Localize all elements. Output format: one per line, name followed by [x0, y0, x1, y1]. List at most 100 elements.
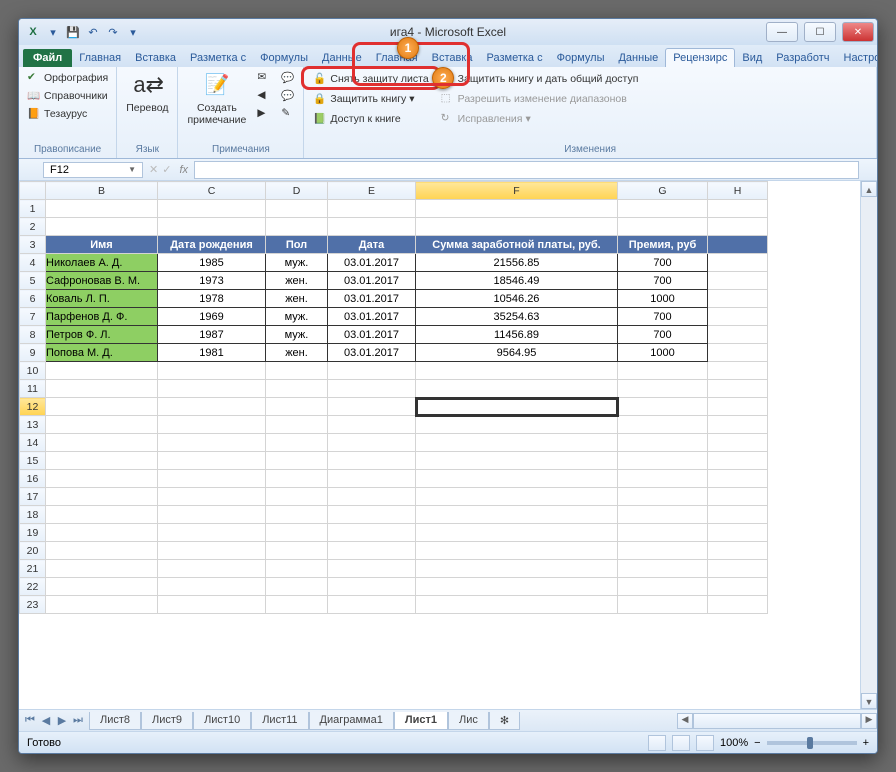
sheet-tab-Диаграмма1[interactable]: Диаграмма1 [309, 712, 394, 730]
spelling-button[interactable]: ✔Орфография [24, 70, 111, 86]
table-cell[interactable]: жен. [266, 272, 328, 290]
cell-C12[interactable] [158, 398, 266, 416]
cell-F15[interactable] [416, 452, 618, 470]
cell-E21[interactable] [328, 560, 416, 578]
col-header-F[interactable]: F [416, 182, 618, 200]
sheet-nav-last-icon[interactable]: ⏭ [71, 714, 85, 727]
show-ink-button[interactable]: ✎ [278, 106, 298, 122]
sheet-nav-first-icon[interactable]: ⏮ [23, 714, 37, 727]
row-header-5[interactable]: 5 [20, 272, 46, 290]
row-header-11[interactable]: 11 [20, 380, 46, 398]
table-header-cell[interactable]: Имя [46, 236, 158, 254]
protect-share-button[interactable]: 🔐Защитить книгу и дать общий доступ [437, 70, 643, 88]
table-header-cell[interactable]: Премия, руб [618, 236, 708, 254]
sheet-nav-prev-icon[interactable]: ◀ [39, 714, 53, 727]
cell-F17[interactable] [416, 488, 618, 506]
table-cell[interactable]: 11456.89 [416, 326, 618, 344]
cell-B14[interactable] [46, 434, 158, 452]
table-cell[interactable]: Петров Ф. Л. [46, 326, 158, 344]
select-all-corner[interactable] [20, 182, 46, 200]
cell-G11[interactable] [618, 380, 708, 398]
cell-B17[interactable] [46, 488, 158, 506]
cell-H10[interactable] [708, 362, 768, 380]
row-header-10[interactable]: 10 [20, 362, 46, 380]
table-cell[interactable]: 1969 [158, 308, 266, 326]
table-cell[interactable]: 700 [618, 308, 708, 326]
table-cell[interactable]: 18546.49 [416, 272, 618, 290]
cell-C1[interactable] [158, 200, 266, 218]
cell-G19[interactable] [618, 524, 708, 542]
table-cell[interactable]: 03.01.2017 [328, 254, 416, 272]
unprotect-sheet-button[interactable]: 🔓Снять защиту листа [309, 70, 432, 88]
row-header-22[interactable]: 22 [20, 578, 46, 596]
cell-F20[interactable] [416, 542, 618, 560]
col-header-B[interactable]: B [46, 182, 158, 200]
table-cell[interactable]: 1000 [618, 344, 708, 362]
table-cell[interactable]: 1978 [158, 290, 266, 308]
cell-F2[interactable] [416, 218, 618, 236]
show-all-comments-button[interactable]: 💬 [278, 88, 298, 104]
row-header-14[interactable]: 14 [20, 434, 46, 452]
cell-B23[interactable] [46, 596, 158, 614]
table-header-cell[interactable]: Дата [328, 236, 416, 254]
tab-Данные[interactable]: Данные [315, 49, 369, 67]
cell-B18[interactable] [46, 506, 158, 524]
cell-C22[interactable] [158, 578, 266, 596]
cell-D1[interactable] [266, 200, 328, 218]
vertical-scrollbar[interactable]: ▲ ▼ [860, 181, 877, 709]
table-cell[interactable]: Сафроновав В. М. [46, 272, 158, 290]
cell-E12[interactable] [328, 398, 416, 416]
next-comment-button[interactable]: ▶ [254, 106, 274, 122]
cell-F22[interactable] [416, 578, 618, 596]
table-cell[interactable]: муж. [266, 254, 328, 272]
cell-D17[interactable] [266, 488, 328, 506]
table-cell[interactable]: 700 [618, 254, 708, 272]
row-header-20[interactable]: 20 [20, 542, 46, 560]
cell-D10[interactable] [266, 362, 328, 380]
table-cell[interactable]: 1985 [158, 254, 266, 272]
prev-comment-button[interactable]: ◀ [254, 88, 274, 104]
cell-H13[interactable] [708, 416, 768, 434]
cell-C15[interactable] [158, 452, 266, 470]
col-header-E[interactable]: E [328, 182, 416, 200]
row-header-9[interactable]: 9 [20, 344, 46, 362]
cell-C16[interactable] [158, 470, 266, 488]
allow-ranges-button[interactable]: ⬚Разрешить изменение диапазонов [437, 90, 643, 108]
scroll-down-icon[interactable]: ▼ [861, 693, 877, 709]
save-icon[interactable]: 💾 [65, 24, 81, 40]
row-header-16[interactable]: 16 [20, 470, 46, 488]
maximize-button[interactable]: ☐ [804, 22, 836, 42]
cell-F21[interactable] [416, 560, 618, 578]
cell-G13[interactable] [618, 416, 708, 434]
cell-G12[interactable] [618, 398, 708, 416]
row-header-15[interactable]: 15 [20, 452, 46, 470]
tab-Разработч[interactable]: Разработч [769, 49, 836, 67]
cell-C11[interactable] [158, 380, 266, 398]
file-tab[interactable]: Файл [23, 49, 72, 67]
cell-F18[interactable] [416, 506, 618, 524]
tab-Формулы[interactable]: Формулы [550, 49, 612, 67]
cell-D11[interactable] [266, 380, 328, 398]
cell-C14[interactable] [158, 434, 266, 452]
row-header-2[interactable]: 2 [20, 218, 46, 236]
cell-E1[interactable] [328, 200, 416, 218]
tab-Данные[interactable]: Данные [611, 49, 665, 67]
cell-H11[interactable] [708, 380, 768, 398]
cell-B1[interactable] [46, 200, 158, 218]
cell-C19[interactable] [158, 524, 266, 542]
row-header-23[interactable]: 23 [20, 596, 46, 614]
row-header-1[interactable]: 1 [20, 200, 46, 218]
research-button[interactable]: 📖Справочники [24, 88, 111, 104]
horizontal-scrollbar[interactable]: ◀ ▶ [677, 713, 877, 729]
table-cell[interactable]: жен. [266, 290, 328, 308]
sheet-tab-Лист10[interactable]: Лист10 [193, 712, 251, 730]
table-cell[interactable]: Коваль Л. П. [46, 290, 158, 308]
qat-more-icon[interactable]: ▾ [125, 24, 141, 40]
cell-C2[interactable] [158, 218, 266, 236]
cell-H16[interactable] [708, 470, 768, 488]
cell-C17[interactable] [158, 488, 266, 506]
tab-review[interactable]: Рецензирс [665, 48, 735, 67]
tab-Вид[interactable]: Вид [735, 49, 769, 67]
sheet-tab-active[interactable]: Лист1 [394, 712, 448, 730]
thesaurus-button[interactable]: 📙Тезаурус [24, 106, 111, 122]
